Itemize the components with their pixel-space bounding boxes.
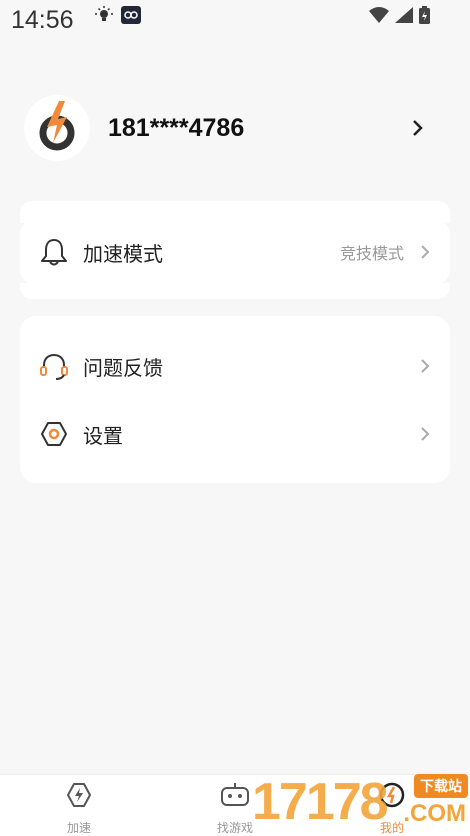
menu-card: 问题反馈 设置 [20, 316, 450, 483]
watermark-badge: 下载站 [414, 774, 468, 798]
watermark-number: 17178 [252, 773, 389, 831]
battery-charging-icon [419, 6, 430, 28]
settings-row[interactable]: 设置 [20, 404, 450, 464]
feedback-label: 问题反馈 [83, 355, 163, 380]
headset-icon [40, 352, 68, 380]
chevron-right-icon [420, 358, 430, 378]
mode-card: 加速模式 竞技模式 [20, 219, 450, 285]
mode-row[interactable]: 加速模式 竞技模式 [20, 222, 450, 282]
signal-icon [395, 7, 413, 27]
tab-boost[interactable]: 加速 [39, 781, 119, 836]
mode-label: 加速模式 [83, 241, 163, 266]
card-mode-bottom-edge [20, 283, 450, 299]
mode-value: 竞技模式 [339, 244, 404, 263]
bulb-icon [95, 6, 113, 28]
app-notification-icon [121, 6, 141, 28]
avatar[interactable] [24, 95, 90, 161]
watermark-domain: .COM [403, 800, 466, 827]
wifi-icon [369, 7, 389, 27]
tab-boost-label: 加速 [66, 821, 91, 835]
bell-icon [40, 238, 68, 266]
watermark-logo: 17178 下载站 .COM [240, 770, 470, 836]
chevron-right-icon [420, 244, 430, 264]
app-logo-icon [37, 101, 77, 155]
boost-icon [65, 781, 93, 813]
settings-icon [40, 420, 68, 448]
profile-header[interactable]: 181****4786 [24, 95, 444, 161]
settings-label: 设置 [83, 423, 123, 448]
feedback-row[interactable]: 问题反馈 [20, 336, 450, 396]
chevron-right-icon [420, 426, 430, 446]
chevron-right-icon[interactable] [412, 119, 424, 141]
status-time: 14:56 [11, 6, 74, 34]
status-bar: 14:56 [0, 0, 470, 40]
profile-phone: 181****4786 [108, 113, 245, 142]
